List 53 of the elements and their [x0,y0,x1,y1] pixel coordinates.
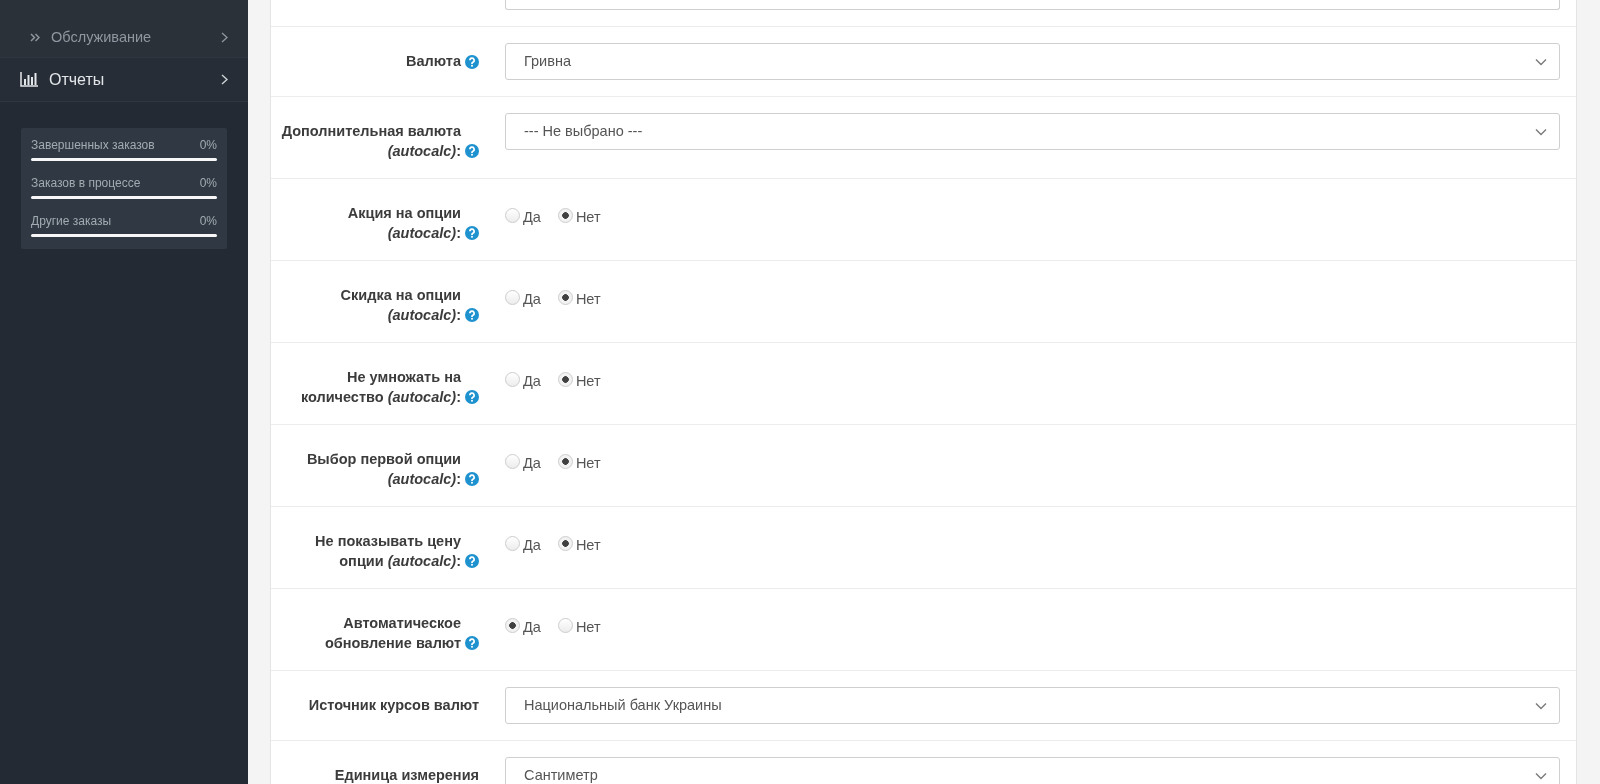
select-field[interactable]: Сантиметр [505,757,1560,784]
radio-button[interactable] [557,372,573,387]
radio-label[interactable]: Да [523,290,541,308]
chevron-down-icon [1535,57,1547,66]
chevron-right-icon [221,74,228,85]
select-field[interactable]: Гривна [505,43,1560,80]
radio-button[interactable] [557,618,573,633]
radio-label[interactable]: Нет [575,290,601,308]
chevron-right-icon [221,31,228,43]
radio-label[interactable]: Нет [575,372,601,390]
field-label: Скидка на опции (autocalc): [339,286,461,325]
stat-value: 0% [199,175,217,191]
field-label: Выбор первой опции (autocalc): [305,450,461,489]
field-label: Валюта [406,52,461,71]
radio-button[interactable] [505,372,520,387]
chevron-down-icon [1535,771,1547,780]
chevron-down-icon [1535,127,1547,136]
double-chevron-icon [30,32,40,42]
radio-label[interactable]: Нет [575,454,601,472]
radio-button[interactable] [505,290,520,305]
radio-button[interactable] [505,208,520,223]
stat-label: Завершенных заказов [31,137,155,153]
field-label: Не умножать на количество (autocalc): [299,368,461,407]
radio-button[interactable] [557,208,573,223]
radio-button[interactable] [505,618,520,633]
radio-label[interactable]: Да [523,454,541,472]
select-field[interactable]: --- Не выбрано --- [505,113,1560,150]
field-label: Не показывать цену опции (autocalc): [314,532,461,571]
radio-label[interactable]: Да [523,536,541,554]
radio-button[interactable] [557,454,573,469]
stat-value: 0% [199,213,217,229]
field-label: Акция на опции (autocalc): [346,204,461,243]
field-label: Дополнительная валюта (autocalc): [280,122,461,161]
radio-label[interactable]: Да [523,208,541,226]
radio-label[interactable]: Да [523,618,541,636]
radio-label[interactable]: Нет [575,618,601,636]
bar-chart-icon [20,72,38,87]
stat-label: Другие заказы [31,213,112,229]
radio-button[interactable] [505,454,520,469]
radio-button[interactable] [505,536,520,551]
radio-label[interactable]: Нет [575,536,601,554]
chevron-down-icon [1535,701,1547,710]
field-label: Автоматическое обновление валют [323,614,461,653]
field-label: Единица измерения [334,766,479,784]
stat-label: Заказов в процессе [31,175,141,191]
select-field[interactable]: Национальный банк Украины [505,687,1560,724]
input-field[interactable] [505,0,1560,10]
radio-label[interactable]: Нет [575,208,601,226]
field-label: Источник курсов валют [308,696,479,715]
stat-value: 0% [199,137,217,153]
radio-label[interactable]: Да [523,372,541,390]
radio-button[interactable] [557,290,573,305]
radio-button[interactable] [557,536,573,551]
